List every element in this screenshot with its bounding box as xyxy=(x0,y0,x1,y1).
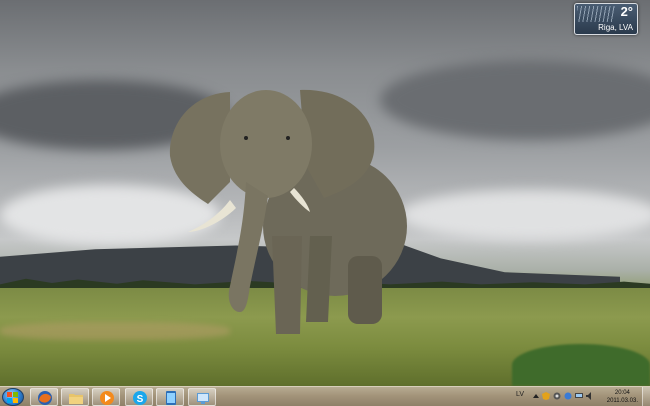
skype-icon: S xyxy=(133,391,147,405)
show-desktop-button[interactable] xyxy=(642,387,650,406)
bush xyxy=(512,344,650,386)
start-button[interactable] xyxy=(2,388,24,406)
settings-icon[interactable] xyxy=(553,392,561,400)
security-icon[interactable] xyxy=(542,392,550,400)
cloud xyxy=(380,60,650,140)
taskbar: S LV 20:04 2011.03.03. xyxy=(0,386,650,406)
elephant xyxy=(169,89,407,334)
svg-text:S: S xyxy=(137,394,144,405)
tablet-icon xyxy=(166,391,176,405)
media-player-icon xyxy=(100,391,114,405)
update-icon[interactable] xyxy=(564,392,572,400)
taskbar-tablet[interactable] xyxy=(156,388,184,406)
weather-location: Riga, LVA xyxy=(598,23,633,32)
taskbar-explorer[interactable] xyxy=(61,388,89,406)
network-app-icon xyxy=(197,393,209,404)
volume-icon[interactable] xyxy=(586,392,594,400)
windows-orb-icon xyxy=(7,392,18,403)
rain-icon xyxy=(577,6,615,22)
taskbar-firefox[interactable] xyxy=(30,388,58,406)
clock-time: 20:04 xyxy=(614,390,630,396)
weather-temperature: 2° xyxy=(620,4,633,19)
desktop-wallpaper[interactable]: 2° Riga, LVA xyxy=(0,0,650,386)
weather-gadget[interactable]: 2° Riga, LVA xyxy=(574,3,638,35)
taskbar-network[interactable] xyxy=(188,388,216,406)
clock-date: 2011.03.03. xyxy=(606,398,638,404)
firefox-icon xyxy=(38,391,52,405)
show-hidden-icon[interactable] xyxy=(532,392,540,400)
language-indicator[interactable]: LV xyxy=(516,391,524,398)
network-icon[interactable] xyxy=(575,392,583,400)
taskbar-skype[interactable]: S xyxy=(125,388,153,406)
clock[interactable]: 20:04 2011.03.03. xyxy=(607,389,638,405)
taskbar-media-player[interactable] xyxy=(92,388,120,406)
folder-icon xyxy=(69,394,83,404)
notification-area: LV 20:04 2011.03.03. xyxy=(508,387,650,406)
cloud xyxy=(400,190,650,240)
